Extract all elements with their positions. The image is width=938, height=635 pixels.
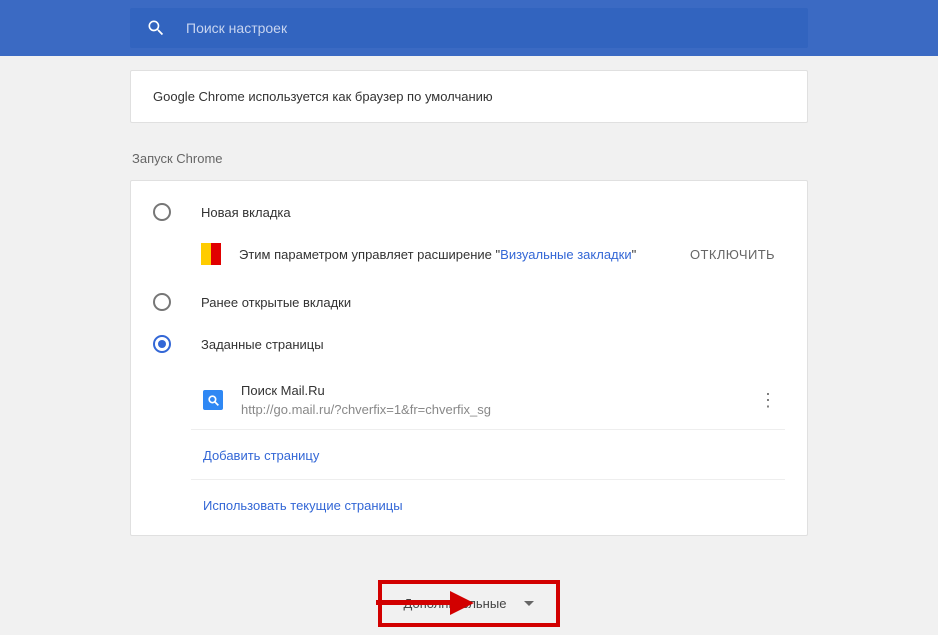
page-item: Поиск Mail.Ru http://go.mail.ru/?chverfi… xyxy=(191,365,785,430)
content: Google Chrome используется как браузер п… xyxy=(0,56,938,627)
page-favicon-icon xyxy=(203,390,223,410)
advanced-container: Дополнительные xyxy=(130,580,808,627)
radio-new-tab[interactable]: Новая вкладка xyxy=(131,191,807,233)
add-page-row[interactable]: Добавить страницу xyxy=(191,430,785,480)
default-browser-card: Google Chrome используется как браузер п… xyxy=(130,70,808,123)
extension-text: Этим параметром управляет расширение "Ви… xyxy=(239,247,690,262)
search-bar: Поиск настроек xyxy=(0,0,938,56)
startup-card: Новая вкладка Этим параметром управляет … xyxy=(130,180,808,536)
radio-continue[interactable]: Ранее открытые вкладки xyxy=(131,281,807,323)
extension-notice: Этим параметром управляет расширение "Ви… xyxy=(131,233,807,281)
default-browser-text: Google Chrome используется как браузер п… xyxy=(153,89,493,104)
radio-icon xyxy=(153,335,171,353)
disable-button[interactable]: ОТКЛЮЧИТЬ xyxy=(690,247,775,262)
radio-label: Ранее открытые вкладки xyxy=(201,295,351,310)
radio-label: Заданные страницы xyxy=(201,337,324,352)
chevron-down-icon xyxy=(524,601,534,606)
more-vert-icon[interactable]: ⋮ xyxy=(751,390,785,411)
search-icon xyxy=(146,18,166,38)
page-url: http://go.mail.ru/?chverfix=1&fr=chverfi… xyxy=(241,402,751,417)
radio-label: Новая вкладка xyxy=(201,205,291,220)
page-name: Поиск Mail.Ru xyxy=(241,383,751,398)
extension-icon xyxy=(201,243,221,265)
page-info: Поиск Mail.Ru http://go.mail.ru/?chverfi… xyxy=(241,383,751,417)
startup-pages-list: Поиск Mail.Ru http://go.mail.ru/?chverfi… xyxy=(131,365,807,529)
use-current-row[interactable]: Использовать текущие страницы xyxy=(191,480,785,529)
startup-section-title: Запуск Chrome xyxy=(132,151,808,166)
search-box[interactable]: Поиск настроек xyxy=(130,8,808,48)
search-placeholder: Поиск настроек xyxy=(186,20,287,36)
extension-link[interactable]: Визуальные закладки xyxy=(500,247,631,262)
add-page-link: Добавить страницу xyxy=(203,448,319,463)
use-current-link: Использовать текущие страницы xyxy=(203,498,403,513)
radio-specific[interactable]: Заданные страницы xyxy=(131,323,807,365)
radio-icon xyxy=(153,293,171,311)
radio-icon xyxy=(153,203,171,221)
